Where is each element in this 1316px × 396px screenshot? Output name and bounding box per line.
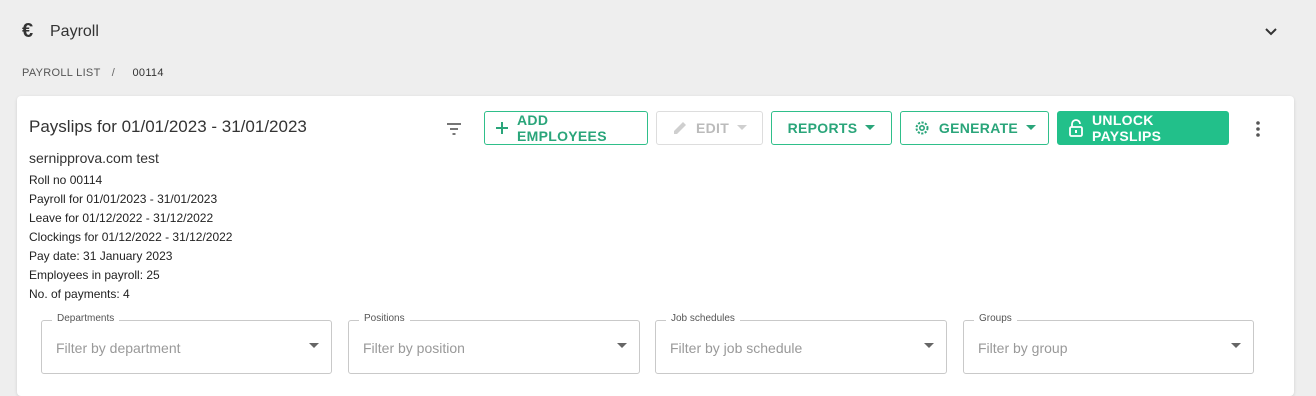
generate-button[interactable]: GENERATE xyxy=(900,111,1049,145)
reports-button[interactable]: REPORTS xyxy=(771,111,892,145)
filter-list-icon[interactable] xyxy=(445,120,463,138)
payroll-details: Roll no 00114 Payroll for 01/01/2023 - 3… xyxy=(29,171,232,304)
generate-label: GENERATE xyxy=(938,120,1019,136)
unlock-payslips-button[interactable]: UNLOCK PAYSLIPS xyxy=(1057,111,1229,145)
edit-button[interactable]: EDIT xyxy=(656,111,763,145)
departments-placeholder: Filter by department xyxy=(56,340,181,356)
unlock-icon xyxy=(1069,119,1083,137)
detail-leave-period: Leave for 01/12/2022 - 31/12/2022 xyxy=(29,211,214,225)
dropdown-arrow-icon xyxy=(617,343,627,348)
dropdown-arrow-icon xyxy=(309,343,319,348)
more-vertical-icon[interactable] xyxy=(1250,120,1266,138)
detail-employees-count: Employees in payroll: 25 xyxy=(29,268,160,282)
plus-icon xyxy=(496,122,508,134)
euro-icon: € xyxy=(22,20,34,42)
page-header: € Payroll xyxy=(0,0,1316,62)
detail-payments-count: No. of payments: 4 xyxy=(29,287,130,301)
payslips-card: Payslips for 01/01/2023 - 31/01/2023 ADD… xyxy=(17,96,1294,396)
company-name: sernipprova.com test xyxy=(29,150,159,166)
job-schedules-label: Job schedules xyxy=(666,313,740,324)
positions-placeholder: Filter by position xyxy=(363,340,465,356)
job-schedules-select[interactable]: Job schedules Filter by job schedule xyxy=(655,313,947,374)
groups-select[interactable]: Groups Filter by group xyxy=(963,313,1254,374)
page-title: Payroll xyxy=(50,23,99,40)
chevron-down-icon[interactable] xyxy=(1262,22,1280,40)
detail-roll-no: Roll no 00114 xyxy=(29,173,103,187)
caret-down-icon xyxy=(737,125,748,130)
add-employees-label: ADD EMPLOYEES xyxy=(517,112,607,144)
detail-payroll-period: Payroll for 01/01/2023 - 31/01/2023 xyxy=(29,192,218,206)
groups-placeholder: Filter by group xyxy=(978,340,1068,356)
caret-down-icon xyxy=(865,125,876,130)
add-employees-button[interactable]: ADD EMPLOYEES xyxy=(484,111,648,145)
positions-select[interactable]: Positions Filter by position xyxy=(348,313,640,374)
edit-label: EDIT xyxy=(695,120,730,136)
detail-clockings-period: Clockings for 01/12/2022 - 31/12/2022 xyxy=(29,230,233,244)
job-schedules-placeholder: Filter by job schedule xyxy=(670,340,803,356)
departments-label: Departments xyxy=(52,313,120,324)
dropdown-arrow-icon xyxy=(1231,343,1241,348)
gear-icon xyxy=(915,121,929,135)
breadcrumb: PAYROLL LIST / 00114 xyxy=(22,67,164,79)
departments-select[interactable]: Departments Filter by department xyxy=(41,313,332,374)
breadcrumb-separator: / xyxy=(111,67,116,79)
card-title: Payslips for 01/01/2023 - 31/01/2023 xyxy=(29,117,307,136)
groups-label: Groups xyxy=(974,313,1017,324)
pencil-icon xyxy=(673,122,686,134)
caret-down-icon xyxy=(1026,125,1037,130)
unlock-payslips-label: UNLOCK PAYSLIPS xyxy=(1092,112,1162,144)
reports-label: REPORTS xyxy=(787,120,858,136)
detail-pay-date: Pay date: 31 January 2023 xyxy=(29,249,173,263)
breadcrumb-payroll-list[interactable]: PAYROLL LIST xyxy=(22,67,100,79)
positions-label: Positions xyxy=(359,313,410,324)
breadcrumb-current: 00114 xyxy=(132,67,164,79)
dropdown-arrow-icon xyxy=(924,343,934,348)
